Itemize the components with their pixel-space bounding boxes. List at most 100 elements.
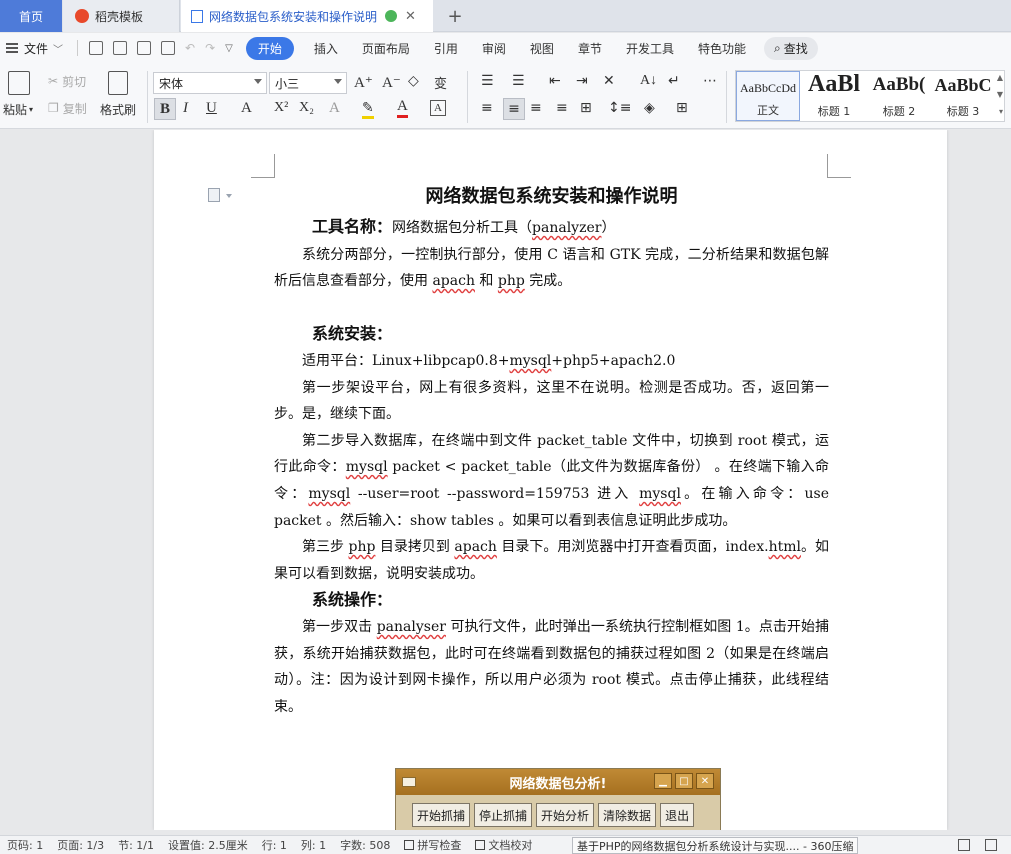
print-icon[interactable]: [137, 41, 152, 55]
font-size-select[interactable]: 小三: [269, 72, 347, 94]
status-row[interactable]: 行: 1: [255, 837, 294, 853]
heading-operate: 系统操作：: [312, 590, 393, 610]
status-pages[interactable]: 页面: 1/3: [50, 837, 111, 853]
tab-template[interactable]: 稻壳模板: [63, 0, 180, 32]
chinese-layout-icon[interactable]: ✕: [603, 73, 615, 89]
fullscreen-icon[interactable]: [958, 839, 970, 851]
clear-format-icon[interactable]: ◇: [408, 73, 419, 89]
embedded-app-screenshot[interactable]: 网络数据包分析! ▁ □ ✕ 开始抓捕 停止抓捕 开始分析 清除数据 退出: [395, 768, 721, 830]
style-heading-2[interactable]: AaBb( 标题 2: [867, 71, 931, 121]
grow-font-icon[interactable]: A⁺: [354, 73, 373, 92]
font-color-button[interactable]: A: [397, 98, 408, 118]
file-menu-button[interactable]: 文件 ﹀: [0, 40, 71, 57]
new-tab-button[interactable]: +: [444, 0, 466, 32]
style-heading-3[interactable]: AaBbC 标题 3: [932, 71, 994, 121]
spell-error-word: mysql: [509, 352, 552, 369]
borders-icon[interactable]: ⊞: [676, 100, 688, 116]
shrink-font-icon[interactable]: A⁻: [382, 73, 401, 92]
status-setting[interactable]: 设置值: 2.5厘米: [161, 837, 255, 853]
increase-indent-icon[interactable]: ⇥: [576, 73, 588, 89]
quick-access-dropdown-icon[interactable]: ▽: [225, 43, 233, 54]
align-left-icon[interactable]: ≡: [481, 100, 493, 116]
menu-item-section[interactable]: 章节: [566, 40, 614, 57]
line-spacing-icon[interactable]: ↕≡: [608, 100, 631, 116]
saved-check-icon: [385, 10, 398, 22]
format-painter-button[interactable]: 格式刷: [100, 101, 136, 117]
sort-icon[interactable]: A↓: [640, 73, 657, 89]
minimize-icon: ▁: [654, 773, 672, 789]
redo-icon[interactable]: ↷: [205, 41, 215, 55]
paste-button[interactable]: 粘贴 ▾: [3, 101, 33, 117]
app-titlebar: 网络数据包分析! ▁ □ ✕: [396, 769, 720, 795]
bold-button[interactable]: B: [154, 98, 176, 120]
align-right-icon[interactable]: ≡: [530, 100, 542, 116]
save-icon[interactable]: [89, 41, 104, 55]
menu-item-start[interactable]: 开始: [245, 36, 294, 60]
start-analysis-button: 开始分析: [536, 803, 595, 827]
scroll-down-icon[interactable]: ▼: [997, 90, 1003, 99]
status-word-count[interactable]: 字数: 508: [333, 837, 397, 853]
print-preview-icon[interactable]: [161, 41, 176, 55]
subscript-button[interactable]: X₂: [299, 100, 314, 116]
shading-icon[interactable]: ◈: [644, 100, 655, 116]
style-normal[interactable]: AaBbCcDd 正文: [736, 71, 800, 121]
proofread-label: 文档校对: [488, 839, 533, 852]
margin-mark: [827, 154, 851, 178]
close-tab-icon[interactable]: ✕: [405, 9, 416, 24]
char-border-button[interactable]: A: [430, 100, 446, 116]
underline-button[interactable]: U: [206, 100, 217, 117]
output-icon[interactable]: [113, 41, 128, 55]
paste-icon[interactable]: [8, 71, 30, 95]
text-effect-button[interactable]: A: [329, 100, 340, 117]
spell-check-toggle[interactable]: 拼写检查: [397, 837, 468, 853]
style-heading-1[interactable]: AaBl 标题 1: [802, 71, 866, 121]
font-name-select[interactable]: 宋体: [153, 72, 267, 94]
tab-template-label: 稻壳模板: [95, 9, 144, 24]
distribute-icon[interactable]: ⊞: [580, 100, 592, 116]
proofread-toggle[interactable]: 文档校对: [468, 837, 539, 853]
checkbox-icon: [475, 840, 486, 850]
status-page-code[interactable]: 页码: 1: [0, 837, 50, 853]
search-label: 查找: [783, 41, 808, 56]
italic-button[interactable]: I: [183, 100, 188, 117]
status-column[interactable]: 列: 1: [294, 837, 333, 853]
tab-stops-icon[interactable]: ⋯: [703, 73, 717, 89]
spell-error-word: panalyser: [376, 618, 446, 635]
scroll-up-icon[interactable]: ▲: [997, 73, 1003, 82]
ribbon-toolbar: 粘贴 ▾ ✂ 剪切 ❐ 复制 格式刷 宋体 小三 A⁺ A⁻ ◇ 变 B I U A …: [0, 63, 1011, 129]
copy-button[interactable]: ❐ 复制: [48, 100, 87, 116]
menu-item-developer[interactable]: 开发工具: [614, 40, 686, 57]
menu-item-review[interactable]: 审阅: [470, 40, 518, 57]
paragraph-overview: 系统分两部分，一控制执行部分，使用 C 语言和 GTK 完成，二分析结果和数据包…: [274, 242, 829, 295]
search-button[interactable]: ⌕ 查找: [763, 36, 818, 60]
superscript-button[interactable]: X²: [274, 100, 288, 116]
expand-styles-icon[interactable]: ▾: [999, 107, 1003, 116]
strikethrough-button[interactable]: A: [241, 100, 252, 117]
reading-mode-icon[interactable]: [985, 839, 997, 851]
undo-icon[interactable]: ↶: [185, 41, 195, 55]
text-run: 目录拷贝到: [375, 539, 455, 556]
numbered-list-icon[interactable]: ☰: [512, 73, 525, 89]
justify-icon[interactable]: ≡: [556, 100, 568, 116]
menu-item-insert[interactable]: 插入: [302, 40, 350, 57]
menu-item-view[interactable]: 视图: [518, 40, 566, 57]
bullet-list-icon[interactable]: ☰: [481, 73, 494, 89]
menu-item-features[interactable]: 特色功能: [686, 40, 758, 57]
cut-button[interactable]: ✂ 剪切: [48, 73, 86, 89]
tab-home[interactable]: 首页: [0, 0, 62, 32]
highlight-color-button[interactable]: ✎: [362, 100, 374, 119]
tab-document[interactable]: 网络数据包系统安装和操作说明 ✕: [181, 0, 433, 32]
align-center-icon[interactable]: ≡: [503, 98, 525, 120]
format-painter-icon[interactable]: [108, 71, 128, 95]
menu-bar: 文件 ﹀ ↶ ↷ ▽ 开始 插入 页面布局 引用 审阅 视图 章节 开发工具 特…: [0, 33, 1011, 63]
paragraph-handle-icon[interactable]: [208, 188, 220, 202]
document-page[interactable]: 网络数据包系统安装和操作说明 工具名称：网络数据包分析工具（panalyzer）…: [154, 130, 947, 830]
phonetic-guide-icon[interactable]: 变: [434, 73, 447, 92]
show-marks-icon[interactable]: ↵: [668, 73, 680, 89]
menu-item-page-layout[interactable]: 页面布局: [350, 40, 422, 57]
document-body[interactable]: 网络数据包系统安装和操作说明 工具名称：网络数据包分析工具（panalyzer）…: [274, 182, 829, 720]
decrease-indent-icon[interactable]: ⇤: [549, 73, 561, 89]
heading-install: 系统安装：: [312, 324, 393, 344]
menu-item-references[interactable]: 引用: [422, 40, 470, 57]
status-section[interactable]: 节: 1/1: [111, 837, 161, 853]
